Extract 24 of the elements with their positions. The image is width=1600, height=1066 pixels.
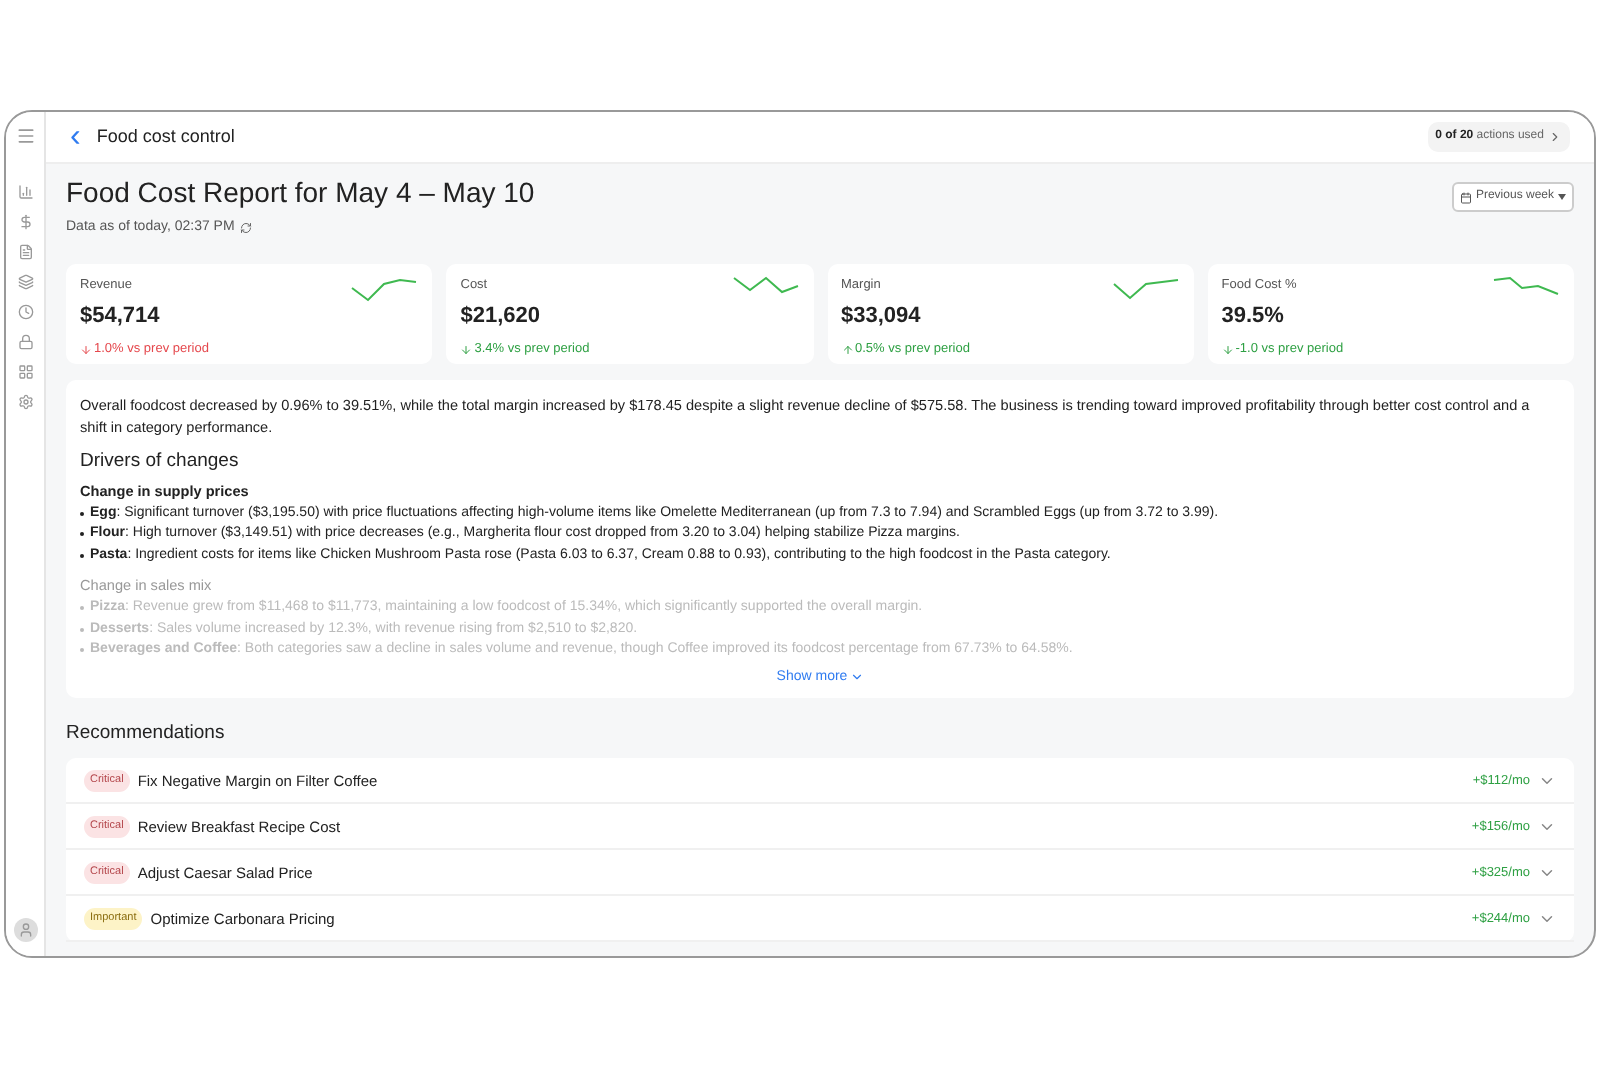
chevron-right-icon (1548, 130, 1562, 144)
metric-value: 39.5% (1221, 302, 1286, 333)
clock-icon[interactable] (17, 304, 33, 320)
section-heading: Drivers of changes (80, 447, 241, 475)
metric-value: $54,714 (80, 302, 162, 333)
back-button[interactable]: ‹ (70, 121, 81, 153)
metric-value: $33,094 (841, 302, 923, 333)
metric-value: $21,620 (460, 302, 543, 333)
calendar-icon (1459, 191, 1472, 203)
caret-icon (1558, 194, 1566, 200)
menu-icon[interactable] (15, 126, 35, 146)
page-title: Food cost control (96, 123, 235, 150)
refresh-icon[interactable] (240, 222, 253, 235)
report-title: Food Cost Report for May 4 – May 10 (66, 178, 535, 206)
layers-icon[interactable] (17, 274, 33, 290)
avatar-icon[interactable] (13, 918, 37, 942)
lock-icon[interactable] (17, 334, 33, 350)
grid-icon[interactable] (17, 364, 33, 380)
chevron-down-icon (849, 670, 864, 685)
dollar-icon[interactable] (17, 214, 33, 230)
document-icon[interactable] (17, 244, 33, 260)
settings-icon[interactable] (17, 394, 33, 410)
recommendations-heading: Recommendations (66, 720, 227, 749)
bar-chart-icon[interactable] (17, 184, 33, 200)
